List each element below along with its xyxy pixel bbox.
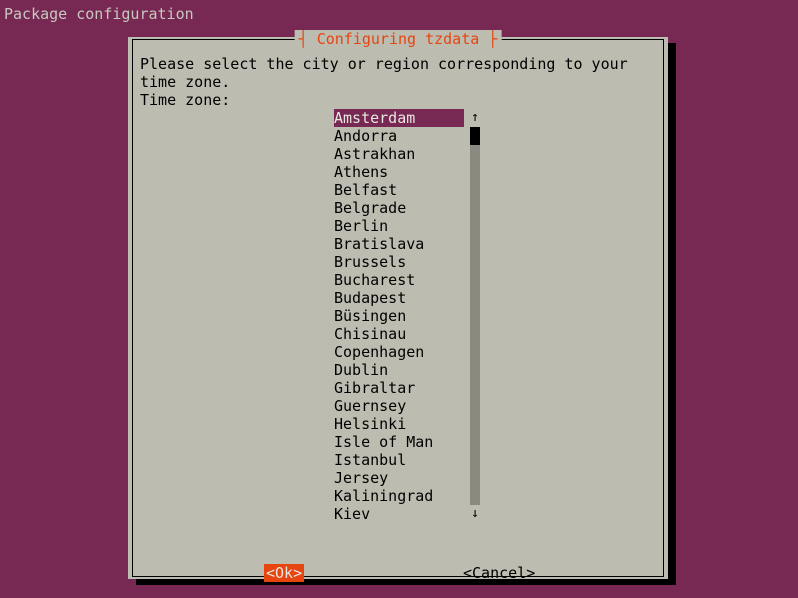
scroll-track bbox=[470, 487, 480, 505]
list-item[interactable]: Amsterdam bbox=[334, 109, 464, 127]
scroll-thumb[interactable] bbox=[470, 127, 480, 145]
cancel-button[interactable]: <Cancel> bbox=[463, 564, 535, 582]
scroll-track bbox=[470, 469, 480, 487]
dialog-title: ┤ Configuring tzdata ├ bbox=[295, 30, 502, 48]
scroll-track bbox=[470, 163, 480, 181]
scroll-track bbox=[470, 325, 480, 343]
scroll-track bbox=[470, 397, 480, 415]
scroll-track bbox=[470, 235, 480, 253]
screen: Package configuration ┤ Configuring tzda… bbox=[0, 0, 798, 598]
scroll-down-icon[interactable]: ↓ bbox=[470, 505, 480, 523]
scroll-track bbox=[470, 343, 480, 361]
config-dialog: ┤ Configuring tzdata ├ Please select the… bbox=[128, 37, 668, 579]
scroll-track bbox=[470, 289, 480, 307]
scroll-track bbox=[470, 307, 480, 325]
scroll-track bbox=[470, 433, 480, 451]
prompt-label: Time zone: bbox=[140, 91, 230, 109]
scroll-track bbox=[470, 217, 480, 235]
instruction-text: Please select the city or region corresp… bbox=[140, 55, 668, 91]
scroll-track bbox=[470, 361, 480, 379]
scroll-track bbox=[470, 145, 480, 163]
scroll-track bbox=[470, 253, 480, 271]
scroll-track bbox=[470, 199, 480, 217]
scroll-up-icon[interactable]: ↑ bbox=[470, 109, 480, 127]
scrollbar[interactable]: ↑ ↓ bbox=[470, 109, 480, 523]
scroll-track bbox=[470, 379, 480, 397]
ok-button[interactable]: <Ok> bbox=[264, 564, 304, 582]
page-title: Package configuration bbox=[4, 5, 194, 23]
scroll-track bbox=[470, 415, 480, 433]
scroll-track bbox=[470, 271, 480, 289]
scroll-track bbox=[470, 181, 480, 199]
scroll-track bbox=[470, 451, 480, 469]
